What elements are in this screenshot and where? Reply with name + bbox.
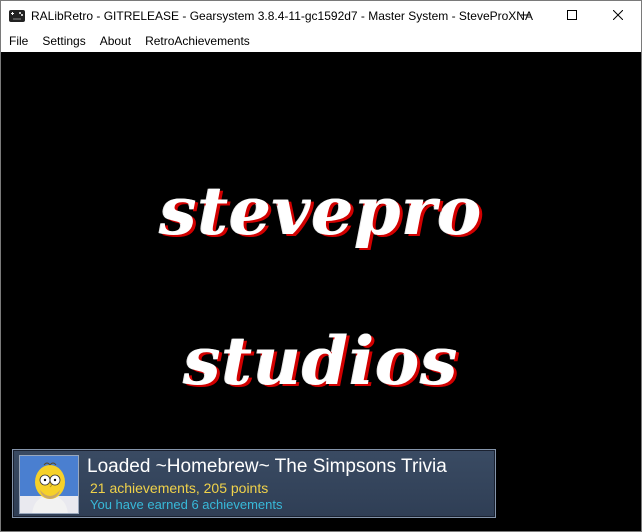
- window-title: RALibRetro - GITRELEASE - Gearsystem 3.8…: [31, 9, 533, 23]
- minimize-button[interactable]: [503, 1, 549, 31]
- minimize-icon: [521, 7, 531, 25]
- logo-stevepro: stevepro: [159, 172, 483, 250]
- homer-simpson-badge-icon: [19, 455, 79, 514]
- close-icon: [612, 7, 624, 25]
- menu-settings[interactable]: Settings: [35, 31, 92, 52]
- earned-summary: You have earned 6 achievements: [90, 497, 283, 512]
- maximize-button[interactable]: [549, 1, 595, 31]
- menu-bar: File Settings About RetroAchievements: [1, 31, 641, 52]
- ralibretro-app-icon: [9, 8, 25, 24]
- menu-about[interactable]: About: [93, 31, 138, 52]
- logo-studios: studios: [183, 322, 459, 400]
- achievement-popup: Loaded ~Homebrew~ The Simpsons Trivia 21…: [12, 449, 496, 518]
- menu-file[interactable]: File: [1, 31, 35, 52]
- close-button[interactable]: [595, 1, 641, 31]
- title-bar[interactable]: RALibRetro - GITRELEASE - Gearsystem 3.8…: [1, 1, 641, 31]
- window-controls: [503, 1, 641, 31]
- achievements-summary: 21 achievements, 205 points: [90, 480, 269, 496]
- app-window: RALibRetro - GITRELEASE - Gearsystem 3.8…: [0, 0, 642, 532]
- game-screen[interactable]: stevepro studios Loaded ~Homebrew~ The S…: [1, 52, 641, 531]
- popup-title: Loaded ~Homebrew~ The Simpsons Trivia: [87, 456, 447, 477]
- maximize-icon: [567, 7, 577, 25]
- menu-retroachievements[interactable]: RetroAchievements: [138, 31, 257, 52]
